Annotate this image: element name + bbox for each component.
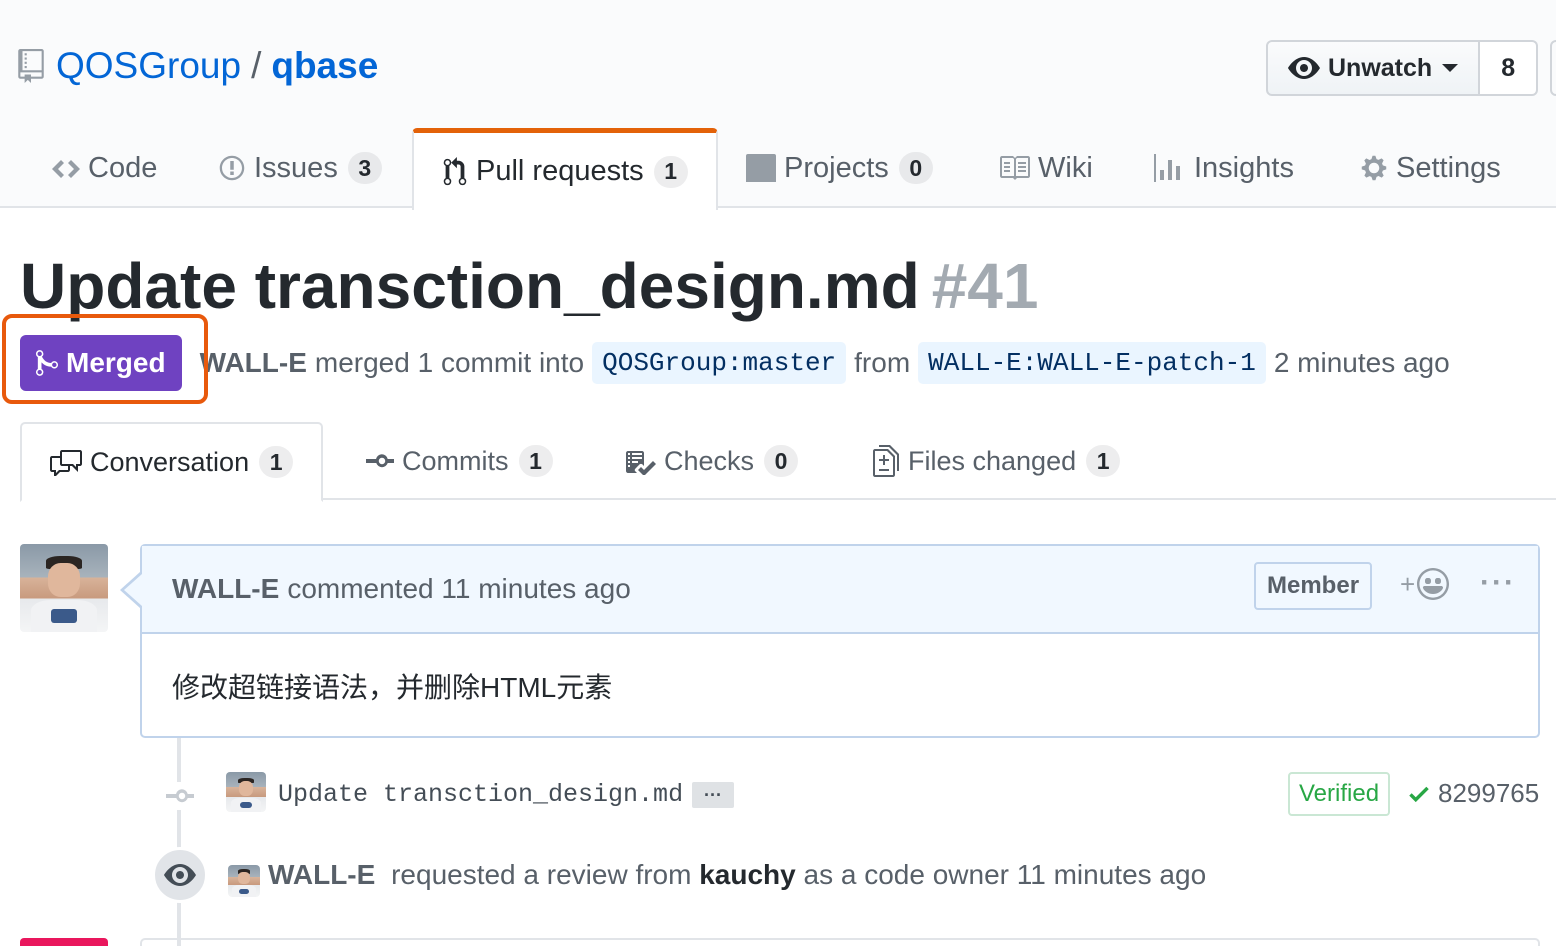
comment-header: WALL-E commented 11 minutes ago Member +… bbox=[142, 546, 1538, 634]
tab-files-changed-label: Files changed bbox=[908, 445, 1077, 476]
tab-wiki[interactable]: Wiki bbox=[998, 128, 1093, 208]
eye-icon bbox=[1288, 57, 1320, 79]
tab-conversation[interactable]: Conversation 1 bbox=[20, 422, 324, 502]
pr-tabnav: Conversation 1 Commits 1 Checks 0 Files … bbox=[20, 422, 1556, 502]
repo-icon bbox=[18, 49, 44, 83]
head-branch[interactable]: WALL-E:WALL-E-patch-1 bbox=[918, 342, 1266, 384]
commit-sha-link[interactable]: 8299765 bbox=[1438, 778, 1539, 809]
repo-name-link[interactable]: qbase bbox=[271, 40, 378, 92]
issues-counter: 3 bbox=[347, 152, 382, 184]
verified-badge[interactable]: Verified bbox=[1288, 772, 1391, 816]
tab-checks[interactable]: Checks 0 bbox=[624, 422, 799, 500]
comment-action-text[interactable]: commented 11 minutes ago bbox=[287, 573, 630, 605]
caret-down-icon bbox=[1442, 64, 1459, 72]
tab-settings-label: Settings bbox=[1396, 151, 1501, 184]
base-branch[interactable]: QOSGroup:master bbox=[592, 342, 847, 384]
tab-issues-label: Issues bbox=[254, 151, 338, 184]
timeline-commit: Update transction_design.md ··· Verified… bbox=[160, 768, 1556, 822]
add-reaction-button[interactable]: + bbox=[1400, 568, 1450, 600]
project-icon bbox=[746, 154, 776, 182]
review-request-phrase: requested a review from bbox=[391, 859, 692, 890]
merged-commit-text: merged 1 commit into bbox=[314, 347, 585, 378]
repo-nav: Code Issues 3 Pull requests 1 Projects 0 bbox=[0, 128, 1556, 210]
diff-icon bbox=[872, 445, 900, 477]
unwatch-button[interactable]: Unwatch bbox=[1266, 40, 1481, 96]
conversation-counter: 1 bbox=[259, 446, 294, 478]
review-request-text: WALL-E requested a review from kauchy as… bbox=[268, 859, 1206, 891]
comment-author-link[interactable]: WALL-E bbox=[172, 573, 279, 605]
smiley-icon bbox=[1417, 568, 1450, 600]
code-icon bbox=[52, 157, 80, 179]
eye-icon bbox=[152, 847, 208, 903]
tab-pull-requests-label: Pull requests bbox=[476, 155, 644, 187]
repo-header: QOSGroup / qbase Unwatch 8 Code Issues 3 bbox=[0, 0, 1556, 210]
pull-requests-counter: 1 bbox=[653, 155, 688, 188]
checks-counter: 0 bbox=[764, 445, 799, 477]
watch-button-group: Unwatch 8 bbox=[1266, 40, 1539, 96]
timeline-review-request: WALL-E requested a review from kauchy as… bbox=[150, 845, 1556, 905]
commit-sha: 8299765 bbox=[1406, 778, 1539, 809]
pull-request-icon bbox=[442, 156, 468, 187]
avatar[interactable] bbox=[20, 938, 108, 946]
tab-insights-label: Insights bbox=[1194, 151, 1294, 184]
avatar[interactable] bbox=[226, 772, 266, 812]
pr-number: #41 bbox=[931, 250, 1039, 322]
files-changed-counter: 1 bbox=[1086, 445, 1121, 477]
repo-path-separator: / bbox=[251, 45, 262, 86]
star-button-edge[interactable] bbox=[1550, 40, 1556, 96]
tab-commits[interactable]: Commits 1 bbox=[366, 422, 553, 500]
tab-projects-label: Projects bbox=[784, 151, 889, 184]
plus-label: + bbox=[1400, 568, 1416, 599]
tab-settings[interactable]: Settings bbox=[1360, 128, 1501, 208]
repo-title: QOSGroup / qbase bbox=[18, 40, 378, 92]
merged-time[interactable]: 2 minutes ago bbox=[1274, 347, 1450, 379]
tab-commits-label: Commits bbox=[402, 445, 509, 476]
tab-code-label: Code bbox=[88, 151, 158, 184]
review-request-suffix: as a code owner 11 minutes ago bbox=[803, 859, 1207, 890]
next-timeline-item bbox=[140, 938, 1540, 946]
tab-wiki-label: Wiki bbox=[1038, 151, 1093, 184]
tab-code[interactable]: Code bbox=[52, 128, 157, 208]
comment-pointer-inner bbox=[124, 574, 142, 606]
tab-issues[interactable]: Issues 3 bbox=[218, 128, 382, 208]
tab-projects[interactable]: Projects 0 bbox=[746, 128, 933, 208]
unwatch-label: Unwatch bbox=[1328, 53, 1433, 82]
avatar[interactable] bbox=[20, 544, 108, 632]
commits-counter: 1 bbox=[518, 445, 553, 477]
projects-counter: 0 bbox=[898, 152, 933, 184]
comment-discussion-icon bbox=[50, 448, 82, 476]
from-text: from bbox=[854, 347, 911, 378]
pr-meta: Merged WALL-E merged 1 commit into QOSGr… bbox=[20, 334, 1450, 392]
book-icon bbox=[998, 156, 1030, 180]
pr-title-text: Update transction_design.md bbox=[20, 250, 920, 322]
watchers-count-link[interactable]: 8 bbox=[1480, 40, 1539, 96]
tab-files-changed[interactable]: Files changed 1 bbox=[872, 422, 1121, 500]
comment-options-button[interactable]: ··· bbox=[1480, 566, 1516, 600]
reviewer-link[interactable]: kauchy bbox=[699, 859, 796, 890]
checklist-icon bbox=[624, 447, 656, 475]
commit-message-link[interactable]: Update transction_design.md bbox=[278, 780, 683, 809]
member-badge: Member bbox=[1254, 562, 1373, 610]
graph-icon bbox=[1154, 154, 1186, 182]
repo-owner-link[interactable]: QOSGroup bbox=[56, 40, 241, 92]
comment-body: 修改超链接语法，并删除HTML元素 bbox=[172, 672, 613, 703]
git-commit-icon bbox=[166, 782, 194, 810]
tab-insights[interactable]: Insights bbox=[1154, 128, 1294, 208]
avatar[interactable] bbox=[228, 865, 260, 897]
comment-box: WALL-E commented 11 minutes ago Member +… bbox=[140, 544, 1540, 738]
git-commit-icon bbox=[366, 451, 394, 471]
tab-checks-label: Checks bbox=[664, 445, 755, 476]
check-icon bbox=[1409, 786, 1429, 802]
pr-author-link[interactable]: WALL-E bbox=[200, 347, 307, 379]
merged-highlight-outline bbox=[2, 314, 208, 404]
commit-expand-button[interactable]: ··· bbox=[692, 782, 734, 808]
tab-conversation-label: Conversation bbox=[90, 446, 250, 477]
review-requester-link[interactable]: WALL-E bbox=[268, 859, 375, 890]
issue-icon bbox=[218, 154, 246, 182]
gear-icon bbox=[1360, 154, 1388, 182]
tab-pull-requests[interactable]: Pull requests 1 bbox=[412, 128, 718, 210]
